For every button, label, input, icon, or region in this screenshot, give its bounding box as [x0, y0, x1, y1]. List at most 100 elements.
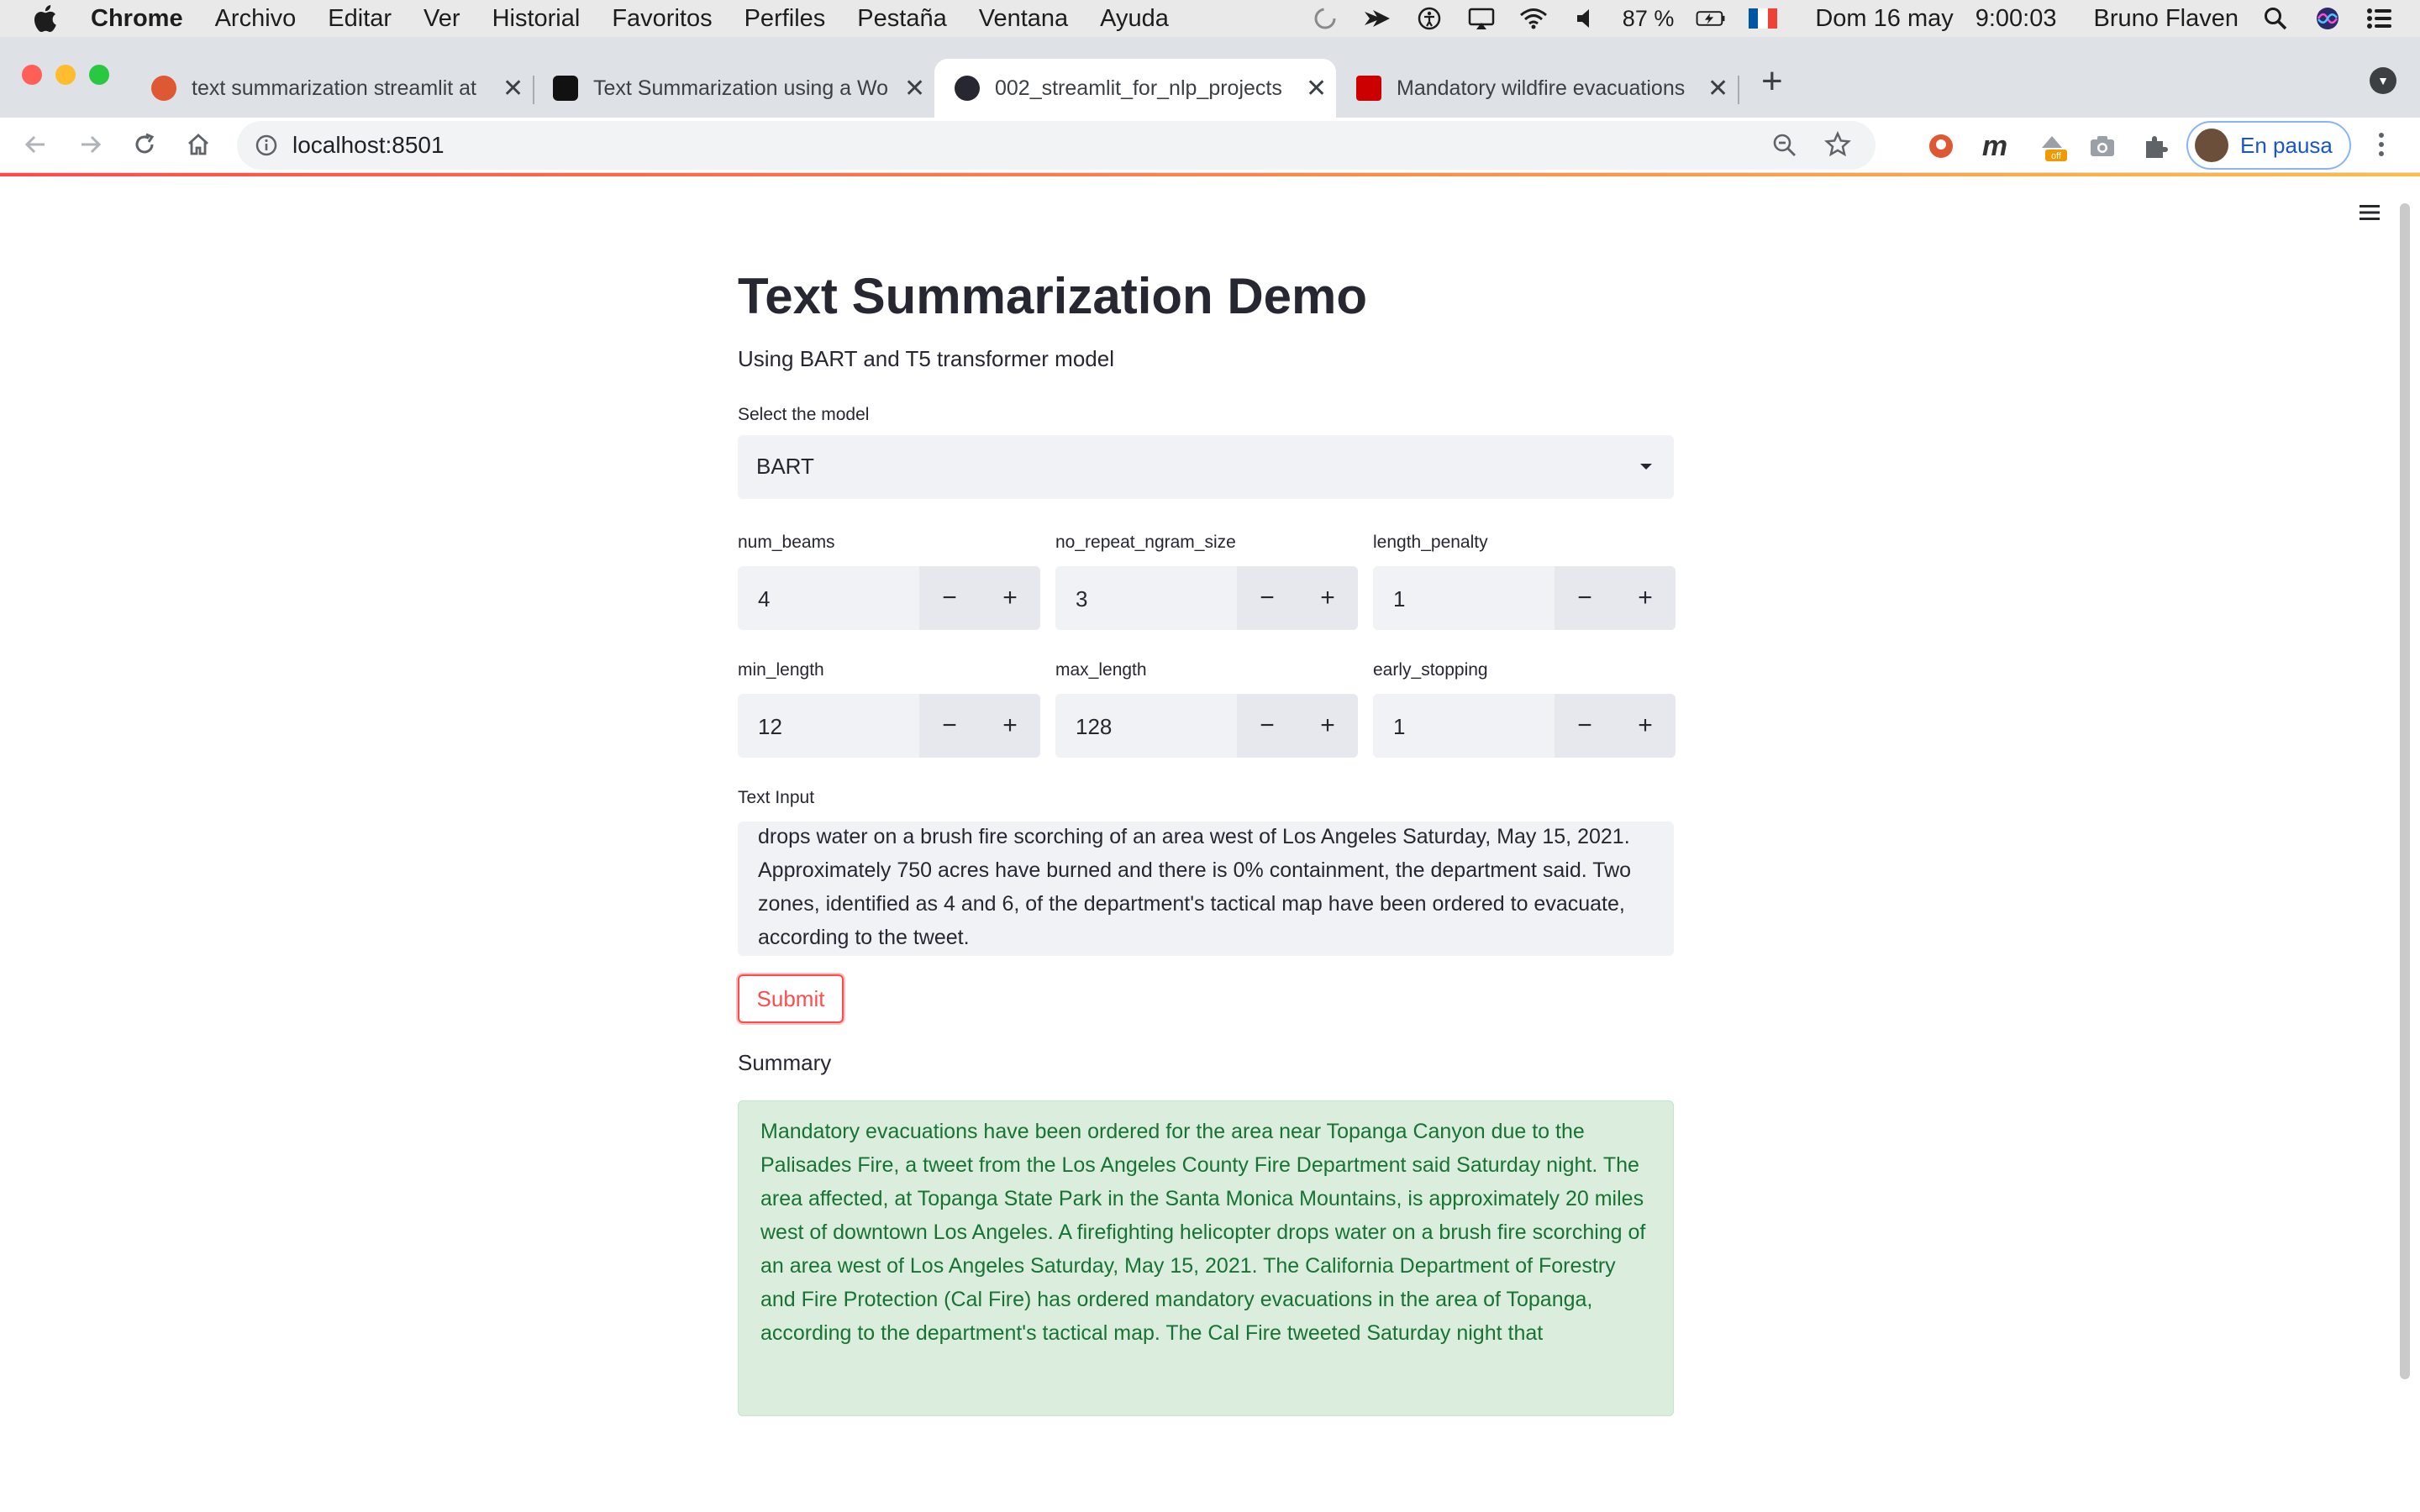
hamburger-menu-icon[interactable] [2358, 202, 2381, 228]
min-length-stepper: 12 − + [738, 694, 1040, 758]
streamlit-page: Text Summarization Demo Using BART and T… [0, 173, 2420, 1512]
length-penalty-label: length_penalty [1373, 533, 1488, 552]
spotlight-search-icon[interactable] [2260, 6, 2291, 31]
menu-historial[interactable]: Historial [492, 5, 581, 33]
tab-text-summarization-streamlit[interactable]: text summarization streamlit at ✕ [136, 59, 528, 118]
summary-text: Mandatory evacuations have been ordered … [760, 1120, 1646, 1345]
no-repeat-ngram-size-increment-button[interactable]: + [1297, 566, 1358, 630]
page-title: Text Summarization Demo [738, 268, 1368, 324]
no-repeat-ngram-size-input[interactable]: 3 [1076, 586, 1087, 612]
forward-arrow-icon[interactable] [72, 126, 109, 163]
model-select-label: Select the model [738, 405, 870, 424]
num-beams-input[interactable]: 4 [758, 586, 770, 612]
site-info-icon[interactable] [254, 133, 279, 162]
profile-button[interactable]: En pausa [2186, 121, 2351, 170]
window-close-button[interactable] [22, 65, 42, 85]
camera-extension-icon[interactable] [2087, 131, 2118, 161]
min-length-increment-button[interactable]: + [980, 694, 1040, 758]
siri-icon[interactable] [2312, 6, 2343, 31]
min-length-decrement-button[interactable]: − [919, 694, 980, 758]
wifi-icon[interactable] [1518, 6, 1549, 31]
tab-title: Text Summarization using a Wo [593, 76, 887, 100]
max-length-stepper: 128 − + [1055, 694, 1358, 758]
menu-date[interactable]: Dom 16 may [1815, 5, 1953, 33]
airplay-icon[interactable] [1466, 6, 1497, 31]
tab-text-summarization-medium[interactable]: Text Summarization using a Wo ✕ [538, 59, 929, 118]
bookmark-star-icon[interactable] [1823, 130, 1852, 163]
tab-title: Mandatory wildfire evacuations [1397, 76, 1686, 100]
control-center-icon[interactable] [2365, 6, 2395, 31]
no-repeat-ngram-size-label: no_repeat_ngram_size [1055, 533, 1236, 552]
text-input-area[interactable]: drops water on a brush fire scorching of… [738, 822, 1674, 956]
airplane-mode-icon[interactable] [1362, 6, 1392, 31]
menu-time[interactable]: 9:00:03 [1975, 5, 2057, 33]
new-tab-plus-icon[interactable]: + [1761, 60, 1783, 102]
menu-archivo[interactable]: Archivo [215, 5, 297, 33]
submit-button[interactable]: Submit [738, 974, 844, 1023]
menu-editar[interactable]: Editar [328, 5, 392, 33]
max-length-increment-button[interactable]: + [1297, 694, 1358, 758]
sync-status-icon[interactable] [1310, 6, 1340, 31]
battery-icon[interactable] [1696, 6, 1726, 31]
menu-ventana[interactable]: Ventana [979, 5, 1068, 33]
apple-icon[interactable] [32, 2, 66, 35]
tab-title: text summarization streamlit at [192, 76, 476, 100]
zoom-out-icon[interactable] [1771, 132, 1798, 163]
tab-close-icon[interactable]: ✕ [1306, 74, 1327, 103]
tab-close-icon[interactable]: ✕ [502, 74, 523, 103]
length-penalty-decrement-button[interactable]: − [1555, 566, 1615, 630]
blocker-extension-icon[interactable]: off [2037, 131, 2067, 161]
menu-favoritos[interactable]: Favoritos [612, 5, 712, 33]
menu-perfiles[interactable]: Perfiles [744, 5, 826, 33]
page-scrollbar[interactable] [2400, 203, 2410, 1379]
early-stopping-increment-button[interactable]: + [1615, 694, 1676, 758]
home-icon[interactable] [180, 126, 217, 163]
max-length-label: max_length [1055, 660, 1147, 680]
m-extension-icon[interactable]: m [1980, 130, 2010, 162]
extensions-puzzle-icon[interactable] [2141, 131, 2171, 161]
early-stopping-decrement-button[interactable]: − [1555, 694, 1615, 758]
early-stopping-input[interactable]: 1 [1393, 714, 1405, 740]
url-text[interactable]: localhost:8501 [292, 132, 445, 159]
min-length-input[interactable]: 12 [758, 714, 782, 740]
max-length-input[interactable]: 128 [1076, 714, 1112, 740]
model-select-value: BART [756, 454, 814, 479]
tab-mandatory-wildfire-evacuations[interactable]: Mandatory wildfire evacuations ✕ [1341, 59, 1733, 118]
menu-pestana[interactable]: Pestaña [857, 5, 946, 33]
accessibility-icon[interactable] [1414, 6, 1444, 31]
reload-icon[interactable] [126, 126, 163, 163]
num-beams-increment-button[interactable]: + [980, 566, 1040, 630]
length-penalty-stepper: 1 − + [1373, 566, 1676, 630]
tab-close-icon[interactable]: ✕ [904, 74, 925, 103]
tab-divider [1738, 76, 1739, 104]
window-zoom-button[interactable] [89, 65, 109, 85]
menu-app-name[interactable]: Chrome [91, 5, 183, 33]
length-penalty-input[interactable]: 1 [1393, 586, 1405, 612]
profile-status-label: En pausa [2240, 132, 2333, 158]
menu-ayuda[interactable]: Ayuda [1100, 5, 1169, 33]
tab-search-chevron-icon[interactable]: ▼ [2370, 67, 2396, 94]
tab-streamlit-nlp-projects[interactable]: 002_streamlit_for_nlp_projects ✕ [934, 59, 1336, 118]
length-penalty-increment-button[interactable]: + [1615, 566, 1676, 630]
chrome-menu-icon[interactable] [2375, 129, 2388, 164]
text-input-content[interactable]: drops water on a brush fire scorching of… [758, 822, 1654, 954]
menu-user[interactable]: Bruno Flaven [2094, 5, 2239, 33]
max-length-decrement-button[interactable]: − [1237, 694, 1297, 758]
back-arrow-icon[interactable] [17, 126, 54, 163]
menu-ver[interactable]: Ver [424, 5, 460, 33]
model-select[interactable]: BART [738, 435, 1674, 499]
avatar [2195, 129, 2228, 162]
volume-icon[interactable] [1570, 6, 1601, 31]
extension-badge: off [2051, 151, 2062, 161]
no-repeat-ngram-size-decrement-button[interactable]: − [1237, 566, 1297, 630]
window-minimize-button[interactable] [55, 65, 76, 85]
num-beams-decrement-button[interactable]: − [919, 566, 980, 630]
streamlit-decoration-bar [0, 173, 2420, 176]
french-flag-icon[interactable] [1748, 6, 1778, 31]
duckduckgo-extension-icon[interactable] [1926, 131, 1956, 161]
early-stopping-label: early_stopping [1373, 660, 1488, 680]
tab-close-icon[interactable]: ✕ [1707, 74, 1728, 103]
github-icon [955, 76, 980, 101]
address-bar[interactable]: localhost:8501 [237, 121, 1876, 170]
summary-heading: Summary [738, 1050, 832, 1075]
